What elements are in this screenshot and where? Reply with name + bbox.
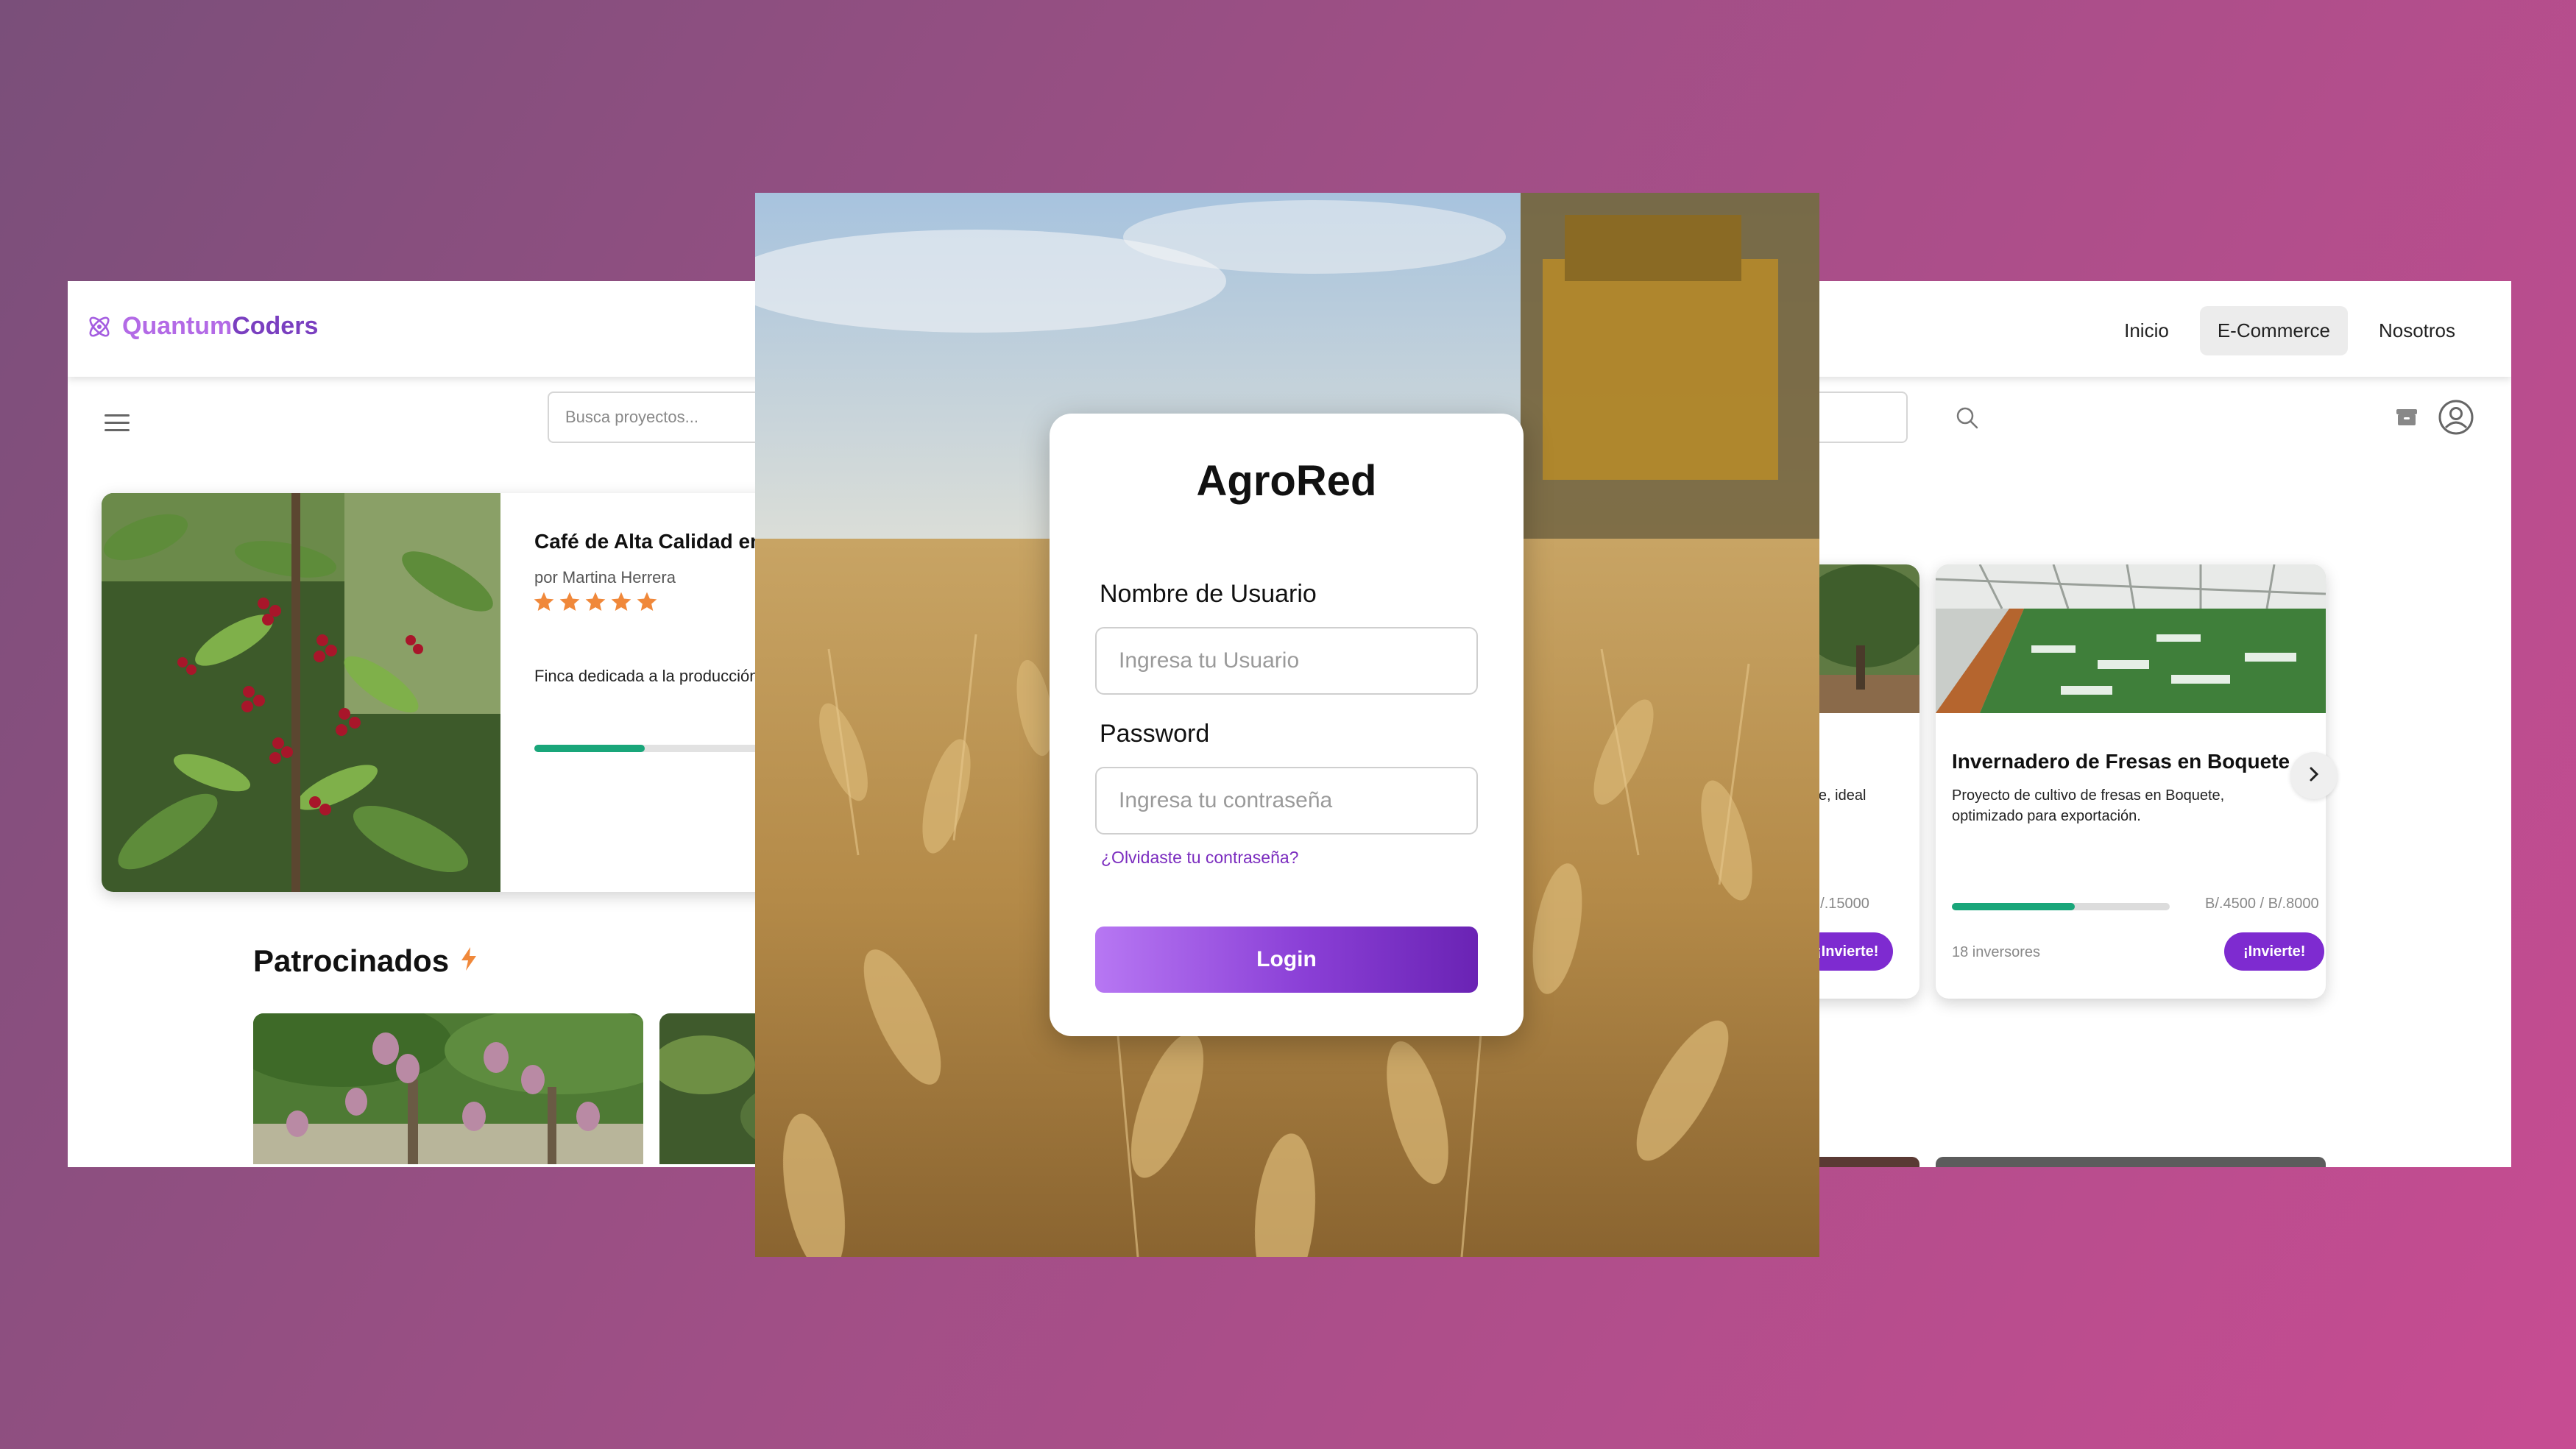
project-title: Invernadero de Fresas en Boquete [1952, 750, 2290, 773]
star-icon [559, 592, 580, 611]
password-input[interactable] [1095, 767, 1478, 835]
nav-nosotros[interactable]: Nosotros [2361, 306, 2473, 355]
rating-stars [532, 590, 659, 614]
search-input[interactable]: Busca proyectos... [548, 392, 768, 443]
app-title: AgroRed [1196, 457, 1377, 505]
project-card-strawberry[interactable]: Invernadero de Fresas en Boquete Proyect… [1936, 564, 2326, 999]
carousel-next-button[interactable] [2290, 752, 2338, 799]
mango-tree-image [253, 1013, 643, 1164]
project-investors: 18 inversores [1952, 944, 2041, 960]
forgot-password-link[interactable]: ¿Olvidaste tu contraseña? [1101, 848, 1298, 868]
featured-description: Finca dedicada a la producción [534, 667, 759, 685]
user-account-icon[interactable] [2438, 399, 2474, 439]
star-icon [637, 592, 657, 611]
username-input[interactable] [1095, 627, 1478, 695]
sponsored-heading: Patrocinados [253, 943, 478, 979]
brand-name-part1: Quantum [122, 312, 233, 340]
nav-links: Inicio E-Commerce Nosotros [2106, 306, 2473, 355]
featured-author: por Martina Herrera [534, 568, 676, 587]
hamburger-menu-icon[interactable] [103, 412, 131, 438]
username-label: Nombre de Usuario [1100, 580, 1317, 608]
coffee-plant-image [102, 493, 500, 892]
project-card-peek [1936, 1157, 2326, 1167]
project-description: Proyecto de cultivo de fresas en Boquete… [1952, 787, 2225, 824]
featured-title: Café de Alta Calidad en [534, 530, 763, 553]
login-screen: AgroRed Nombre de Usuario Password ¿Olvi… [755, 193, 1819, 1257]
nav-inicio[interactable]: Inicio [2106, 306, 2187, 355]
funding-progress-fill [534, 745, 645, 752]
sponsored-card-mango[interactable] [253, 1013, 643, 1164]
star-icon [611, 592, 631, 611]
brand-logo[interactable]: QuantumCoders [85, 312, 318, 341]
invest-button[interactable]: ¡Invierte! [2224, 932, 2325, 971]
project-progress-fill [1952, 903, 2075, 910]
archive-box-icon[interactable] [2396, 408, 2418, 431]
chevron-right-icon [2307, 765, 2321, 787]
lightning-icon [459, 943, 478, 979]
nav-ecommerce[interactable]: E-Commerce [2199, 306, 2348, 355]
project-progress-bar [1952, 903, 2170, 910]
project-amount: B/.4500 / B/.8000 [2205, 896, 2319, 912]
atom-icon [85, 313, 113, 341]
login-card: AgroRed Nombre de Usuario Password ¿Olvi… [1050, 414, 1524, 1036]
star-icon [534, 592, 554, 611]
star-icon [585, 592, 606, 611]
login-button[interactable]: Login [1095, 927, 1478, 993]
brand-name-part2: Coders [232, 312, 319, 340]
greenhouse-image [1936, 564, 2326, 713]
password-label: Password [1100, 720, 1210, 748]
search-icon[interactable] [1956, 406, 1979, 433]
sponsored-title: Patrocinados [253, 943, 450, 978]
brand-name: QuantumCoders [122, 312, 318, 341]
